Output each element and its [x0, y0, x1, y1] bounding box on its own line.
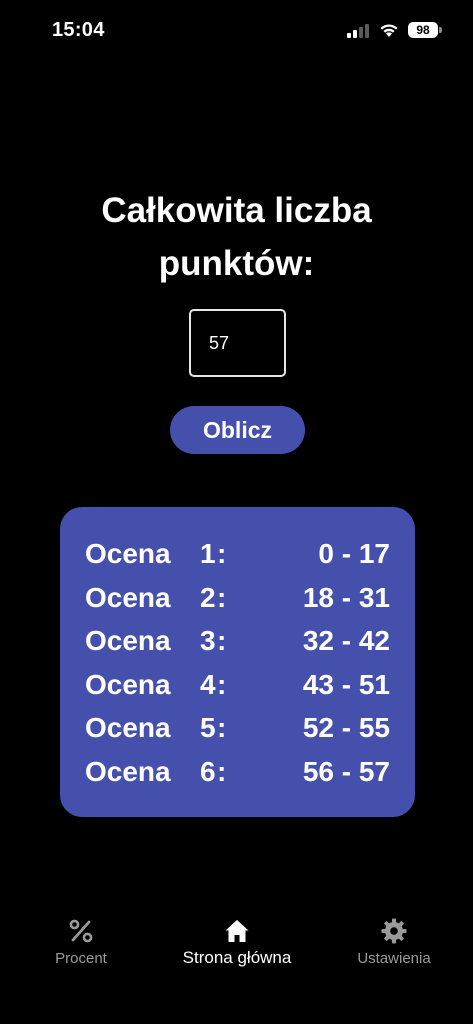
nav-label-procent: Procent: [55, 950, 107, 967]
grade-number: 4: [200, 668, 216, 700]
page-title-line-1: Całkowita liczba: [101, 191, 372, 230]
grade-colon: :: [217, 538, 227, 569]
wifi-icon: [380, 24, 398, 37]
page-title: Całkowita liczba punktów:: [0, 184, 473, 290]
battery-level: 98: [408, 22, 438, 38]
points-input[interactable]: [189, 309, 286, 377]
grade-label: Ocena: [85, 668, 171, 700]
nav-item-settings[interactable]: Ustawienia: [315, 905, 473, 975]
grade-colon: :: [217, 625, 227, 657]
grade-range: 56 - 57: [302, 755, 390, 787]
bottom-nav: Procent Strona główna Ustawienia: [0, 905, 473, 985]
cellular-signal-icon: [347, 24, 369, 38]
home-icon: [225, 920, 249, 942]
nav-item-procent[interactable]: Procent: [2, 905, 160, 975]
gear-icon: [381, 918, 407, 944]
grade-label: Ocena: [85, 712, 171, 744]
grade-number: 2: [200, 581, 216, 613]
grade-label: Ocena: [85, 581, 171, 613]
grade-colon: :: [217, 668, 227, 700]
page-title-line-2: punktów:: [158, 244, 315, 283]
grade-row: Ocena 2 : 18 - 31: [60, 576, 415, 620]
nav-label-settings: Ustawienia: [357, 950, 431, 967]
status-bar: 15:04 98: [0, 0, 473, 60]
grade-row: Ocena 6 : 56 - 57: [60, 750, 415, 794]
grade-number: 1: [200, 538, 216, 569]
grade-colon: :: [217, 581, 227, 613]
grade-row: Ocena 1 : 0 - 17: [60, 532, 415, 576]
nav-item-home[interactable]: Strona główna: [158, 905, 316, 975]
status-time: 15:04: [52, 19, 105, 41]
grade-number: 3: [200, 625, 216, 657]
grade-range: 43 - 51: [302, 668, 390, 700]
grade-number: 6: [200, 755, 216, 787]
nav-label-home: Strona główna: [182, 948, 292, 967]
grade-row: Ocena 4 : 43 - 51: [60, 663, 415, 707]
grade-label: Ocena: [85, 625, 171, 657]
grade-range: 32 - 42: [302, 625, 390, 657]
grade-label: Ocena: [85, 755, 171, 787]
grade-colon: :: [217, 712, 227, 744]
grade-colon: :: [217, 755, 227, 787]
grade-row: Ocena 5 : 52 - 55: [60, 706, 415, 750]
grade-range: 52 - 55: [302, 712, 390, 744]
grades-card: Ocena 1 : 0 - 17 Ocena 2 : 18 - 31 Ocena…: [60, 507, 415, 817]
app-screen: 15:04 98 Całkowita liczba punktów: Oblic…: [0, 0, 473, 1024]
grade-label: Ocena: [85, 538, 171, 569]
calculate-button[interactable]: Oblicz: [170, 406, 305, 454]
grade-row: Ocena 3 : 32 - 42: [60, 619, 415, 663]
grade-number: 5: [200, 712, 216, 744]
grade-range: 18 - 31: [302, 581, 390, 613]
percent-icon: [69, 919, 93, 943]
grade-range: 0 - 17: [318, 538, 390, 569]
battery-tip: [439, 27, 442, 33]
